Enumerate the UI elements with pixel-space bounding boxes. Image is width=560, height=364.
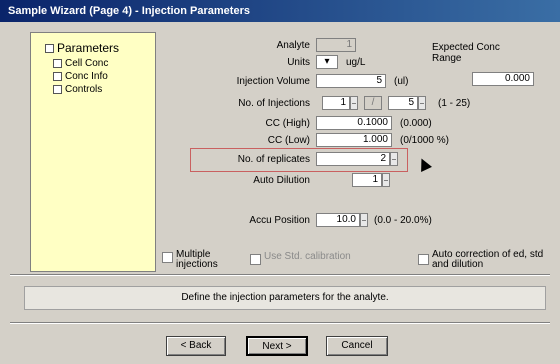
auto-correction-checkbox[interactable] [418, 254, 429, 265]
minus-box-icon[interactable] [45, 44, 54, 54]
tree-item-controls[interactable]: Controls [53, 84, 102, 95]
plus-box-icon[interactable] [53, 58, 62, 68]
accu-position-hint: (0.0 - 20.0%) [374, 215, 432, 226]
cc-low-label: CC (Low) [267, 135, 310, 146]
separator-bottom [10, 322, 550, 324]
no-injections-to-spinner[interactable] [418, 96, 426, 110]
units-label: Units [287, 57, 310, 68]
auto-correction-label: Auto correction of ed, std and dilution [432, 249, 544, 270]
separator-top [10, 274, 550, 276]
tree-item-conc-info[interactable]: Conc Info [53, 71, 108, 82]
no-replicates-spinner[interactable] [390, 152, 398, 166]
injection-volume-field[interactable]: 5 [316, 74, 386, 88]
accu-position-spinner[interactable] [360, 213, 368, 227]
auto-dilution-label: Auto Dilution [253, 175, 310, 186]
tree-root-parameters[interactable]: Parameters [45, 41, 119, 55]
use-std-checkbox[interactable] [250, 254, 261, 265]
cc-high-field[interactable]: 0.1000 [316, 116, 392, 130]
no-injections-to-marker: / [364, 96, 382, 110]
injection-volume-label: Injection Volume [236, 76, 310, 87]
no-injections-from-spinner[interactable] [350, 96, 358, 110]
cancel-button[interactable]: Cancel [326, 336, 388, 356]
next-button[interactable]: Next > [246, 336, 308, 356]
mouse-cursor-icon [416, 156, 432, 172]
analyte-field: 1 [316, 38, 356, 52]
units-select[interactable]: ▾ [316, 55, 338, 69]
status-message: Define the injection parameters for the … [24, 286, 546, 310]
window-title: Sample Wizard (Page 4) - Injection Param… [8, 5, 250, 17]
no-injections-from-field[interactable]: 1 [322, 96, 350, 110]
expected-conc-label: Expected Conc Range [432, 42, 500, 64]
use-std-label: Use Std. calibration [264, 251, 351, 262]
analyte-label: Analyte [276, 40, 310, 51]
injection-volume-unit: (ul) [394, 76, 409, 87]
cc-high-hint: (0.000) [400, 118, 432, 129]
window-title-bar: Sample Wizard (Page 4) - Injection Param… [0, 0, 560, 22]
no-replicates-field[interactable]: 2 [316, 152, 390, 166]
back-button[interactable]: < Back [166, 336, 226, 356]
units-value: ug/L [346, 57, 366, 68]
expected-conc-field[interactable]: 0.000 [472, 72, 534, 86]
plus-box-icon[interactable] [53, 71, 62, 81]
plus-box-icon[interactable] [53, 84, 62, 94]
tree-item-cell-conc[interactable]: Cell Conc [53, 58, 108, 69]
multiple-injections-label: Multiple injections [176, 249, 218, 270]
cc-high-label: CC (High) [265, 118, 310, 129]
cc-low-hint: (0/1000 %) [400, 135, 449, 146]
auto-dilution-spinner[interactable] [382, 173, 390, 187]
no-replicates-label: No. of replicates [237, 154, 310, 165]
no-injections-to-field[interactable]: 5 [388, 96, 418, 110]
accu-position-label: Accu Position [249, 215, 310, 226]
cc-low-field[interactable]: 1.000 [316, 133, 392, 147]
multiple-injections-checkbox[interactable] [162, 252, 173, 263]
no-injections-label: No. of Injections [238, 98, 310, 109]
no-injections-hint: (1 - 25) [438, 98, 471, 109]
auto-dilution-field[interactable]: 1 [352, 173, 382, 187]
parameter-tree[interactable]: Parameters Cell Conc Conc Info Controls [30, 32, 156, 272]
accu-position-field[interactable]: 10.0 [316, 213, 360, 227]
